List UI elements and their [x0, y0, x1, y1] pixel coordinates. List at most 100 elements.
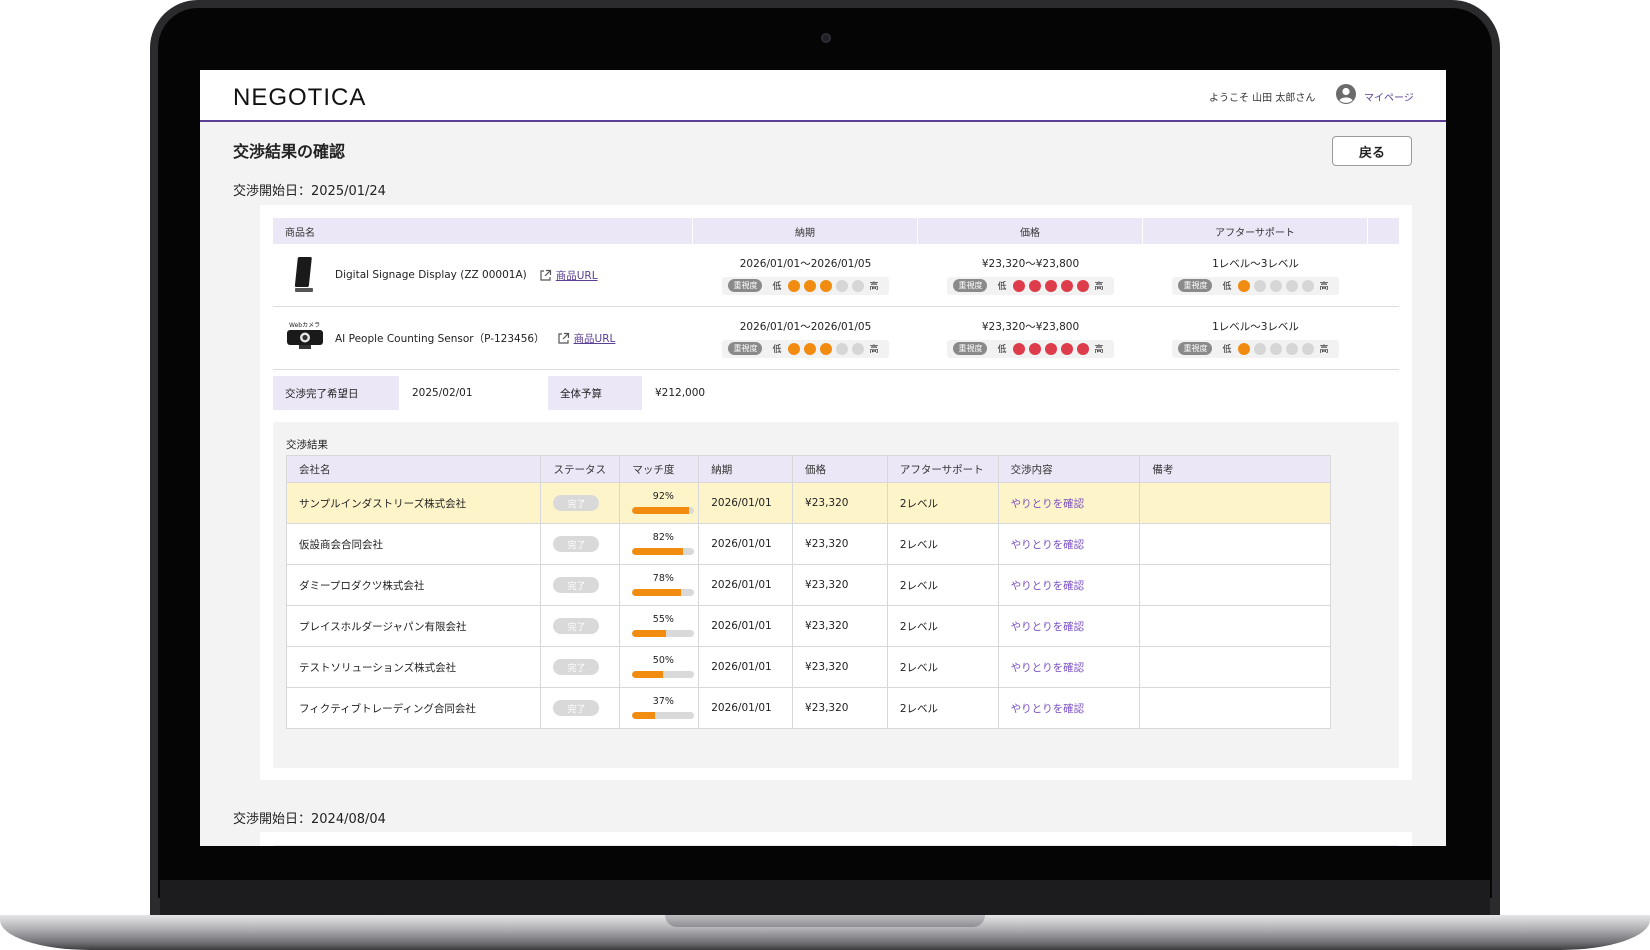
product-delivery-range: 2026/01/01〜2026/01/05	[739, 257, 872, 270]
price-value: ¥23,320	[793, 524, 888, 564]
importance-dot	[1028, 342, 1041, 355]
product-name: Digital Signage Display (ZZ 00001A)	[335, 269, 527, 281]
importance-dot	[1028, 279, 1041, 292]
laptop-mockup: NEGOTICA ようこそ 山田 太郎さん マイページ 交渉結果の確認 戻る 交…	[0, 0, 1650, 950]
support-importance-scale: 重視度低 高	[1172, 276, 1339, 295]
view-conversation-link[interactable]: やりとりを確認	[1011, 660, 1085, 675]
back-button[interactable]: 戻る	[1332, 136, 1412, 166]
importance-dot	[803, 279, 816, 292]
support-level: 2レベル	[888, 524, 999, 564]
importance-dot	[835, 342, 848, 355]
view-conversation-link[interactable]: やりとりを確認	[1011, 619, 1085, 634]
header-support: アフターサポート	[888, 456, 999, 482]
status-badge: 完了	[553, 659, 600, 675]
importance-dot	[1253, 342, 1266, 355]
product-delivery-cell: 2026/01/01〜2026/01/05 重視度低 高	[693, 244, 918, 306]
importance-dot	[1301, 342, 1314, 355]
status-cell: 完了	[541, 483, 621, 523]
match-meter: 50%	[632, 652, 695, 682]
importance-high-label: 高	[1319, 345, 1329, 355]
company-name: 仮設商会合同会社	[287, 524, 542, 564]
status-badge: 完了	[553, 577, 600, 593]
app-logo[interactable]: NEGOTICA	[233, 84, 366, 112]
status-badge: 完了	[553, 618, 600, 634]
view-conversation-link[interactable]: やりとりを確認	[1011, 537, 1085, 552]
importance-dot	[851, 279, 864, 292]
results-row[interactable]: ダミープロダクツ株式会社 完了 78% 2026/01/01 ¥23,320 2レベル やり…	[287, 564, 1330, 605]
mypage-link[interactable]: マイページ	[1364, 89, 1414, 104]
results-row[interactable]: サンプルインダストリーズ株式会社 完了 92% 2026/01/01 ¥23,320 2レ…	[287, 482, 1330, 523]
product-name-cell: Digital Signage Display (ZZ 00001A) 商品URL	[273, 244, 693, 306]
importance-dot	[1012, 342, 1025, 355]
results-row[interactable]: フィクティブトレーディング合同会社 完了 37% 2026/01/01 ¥23,320 2…	[287, 687, 1330, 728]
content-cell: やりとりを確認	[999, 688, 1141, 728]
product-price-range: ¥23,320〜¥23,800	[981, 257, 1080, 270]
match-bar-fill	[632, 589, 681, 596]
product-support-range: 1レベル〜3レベル	[1212, 320, 1299, 333]
status-badge: 完了	[553, 536, 600, 552]
page-title: 交渉結果の確認	[233, 142, 346, 161]
budget-label: 全体予算	[548, 376, 642, 410]
company-name: サンプルインダストリーズ株式会社	[287, 483, 542, 523]
status-cell: 完了	[541, 606, 621, 646]
match-cell: 82%	[620, 524, 700, 564]
importance-dot	[1012, 279, 1025, 292]
product-table-header: 商品名 納期 価格 アフターサポート	[273, 218, 1399, 244]
results-table-header: 会社名 ステータス マッチ度 納期 価格 アフターサポート 交渉内容 備考	[287, 456, 1330, 482]
view-conversation-link[interactable]: やりとりを確認	[1011, 701, 1085, 716]
note-cell	[1140, 524, 1330, 564]
importance-dot	[819, 342, 832, 355]
support-level: 2レベル	[888, 688, 999, 728]
note-cell	[1140, 647, 1330, 687]
results-panel: 交渉結果 会社名 ステータス マッチ度 納期 価格 アフターサポート 交渉内容 …	[273, 422, 1399, 768]
view-conversation-link[interactable]: やりとりを確認	[1011, 496, 1085, 511]
match-percent: 50%	[652, 655, 674, 666]
welcome-text: ようこそ 山田 太郎さん	[1209, 93, 1316, 104]
importance-high-label: 高	[1319, 282, 1329, 292]
external-link-icon[interactable]	[539, 269, 552, 282]
support-level: 2レベル	[888, 647, 999, 687]
match-meter: 37%	[632, 693, 695, 723]
importance-dot	[1285, 342, 1298, 355]
match-bar-fill	[632, 671, 664, 678]
importance-badge: 重視度	[1178, 279, 1213, 292]
view-conversation-link[interactable]: やりとりを確認	[1011, 578, 1085, 593]
match-bar-track	[632, 671, 695, 678]
importance-dot	[1237, 279, 1250, 292]
company-name: フィクティブトレーディング合同会社	[287, 688, 542, 728]
product-url-link[interactable]: 商品URL	[556, 268, 598, 283]
results-row[interactable]: プレイスホルダージャパン有限会社 完了 55% 2026/01/01 ¥23,320 2レ…	[287, 605, 1330, 646]
importance-dot	[787, 279, 800, 292]
header-delivery: 納期	[693, 218, 918, 244]
price-value: ¥23,320	[793, 606, 888, 646]
support-level: 2レベル	[888, 483, 999, 523]
product-url-link[interactable]: 商品URL	[574, 331, 616, 346]
product-support-cell: 1レベル〜3レベル 重視度低 高	[1143, 307, 1368, 369]
external-link-icon[interactable]	[557, 332, 570, 345]
price-value: ¥23,320	[793, 647, 888, 687]
importance-dot	[835, 279, 848, 292]
budget-value: ¥212,000	[655, 387, 706, 399]
delivery-importance-scale: 重視度低 高	[722, 276, 889, 295]
results-row[interactable]: テストソリューションズ株式会社 完了 50% 2026/01/01 ¥23,320 2レベ…	[287, 646, 1330, 687]
match-bar-track	[632, 548, 695, 555]
price-importance-scale: 重視度低 高	[947, 339, 1114, 358]
results-row[interactable]: 仮設商会合同会社 完了 82% 2026/01/01 ¥23,320 2レベル やりとりを確…	[287, 523, 1330, 564]
importance-badge: 重視度	[1178, 342, 1213, 355]
header-company: 会社名	[287, 456, 542, 482]
laptop-notch	[665, 915, 985, 927]
top-bar: NEGOTICA ようこそ 山田 太郎さん マイページ	[200, 70, 1446, 122]
product-support-range: 1レベル〜3レベル	[1212, 257, 1299, 270]
company-name: プレイスホルダージャパン有限会社	[287, 606, 542, 646]
match-meter: 82%	[632, 529, 695, 559]
price-value: ¥23,320	[793, 483, 888, 523]
importance-low-label: 低	[772, 345, 782, 355]
header-match: マッチ度	[620, 456, 700, 482]
match-cell: 92%	[620, 483, 700, 523]
header-content: 交渉内容	[999, 456, 1141, 482]
user-avatar-icon[interactable]	[1335, 83, 1357, 105]
camera-icon	[821, 33, 831, 43]
company-name: テストソリューションズ株式会社	[287, 647, 542, 687]
company-name: ダミープロダクツ株式会社	[287, 565, 542, 605]
content-cell: やりとりを確認	[999, 483, 1141, 523]
